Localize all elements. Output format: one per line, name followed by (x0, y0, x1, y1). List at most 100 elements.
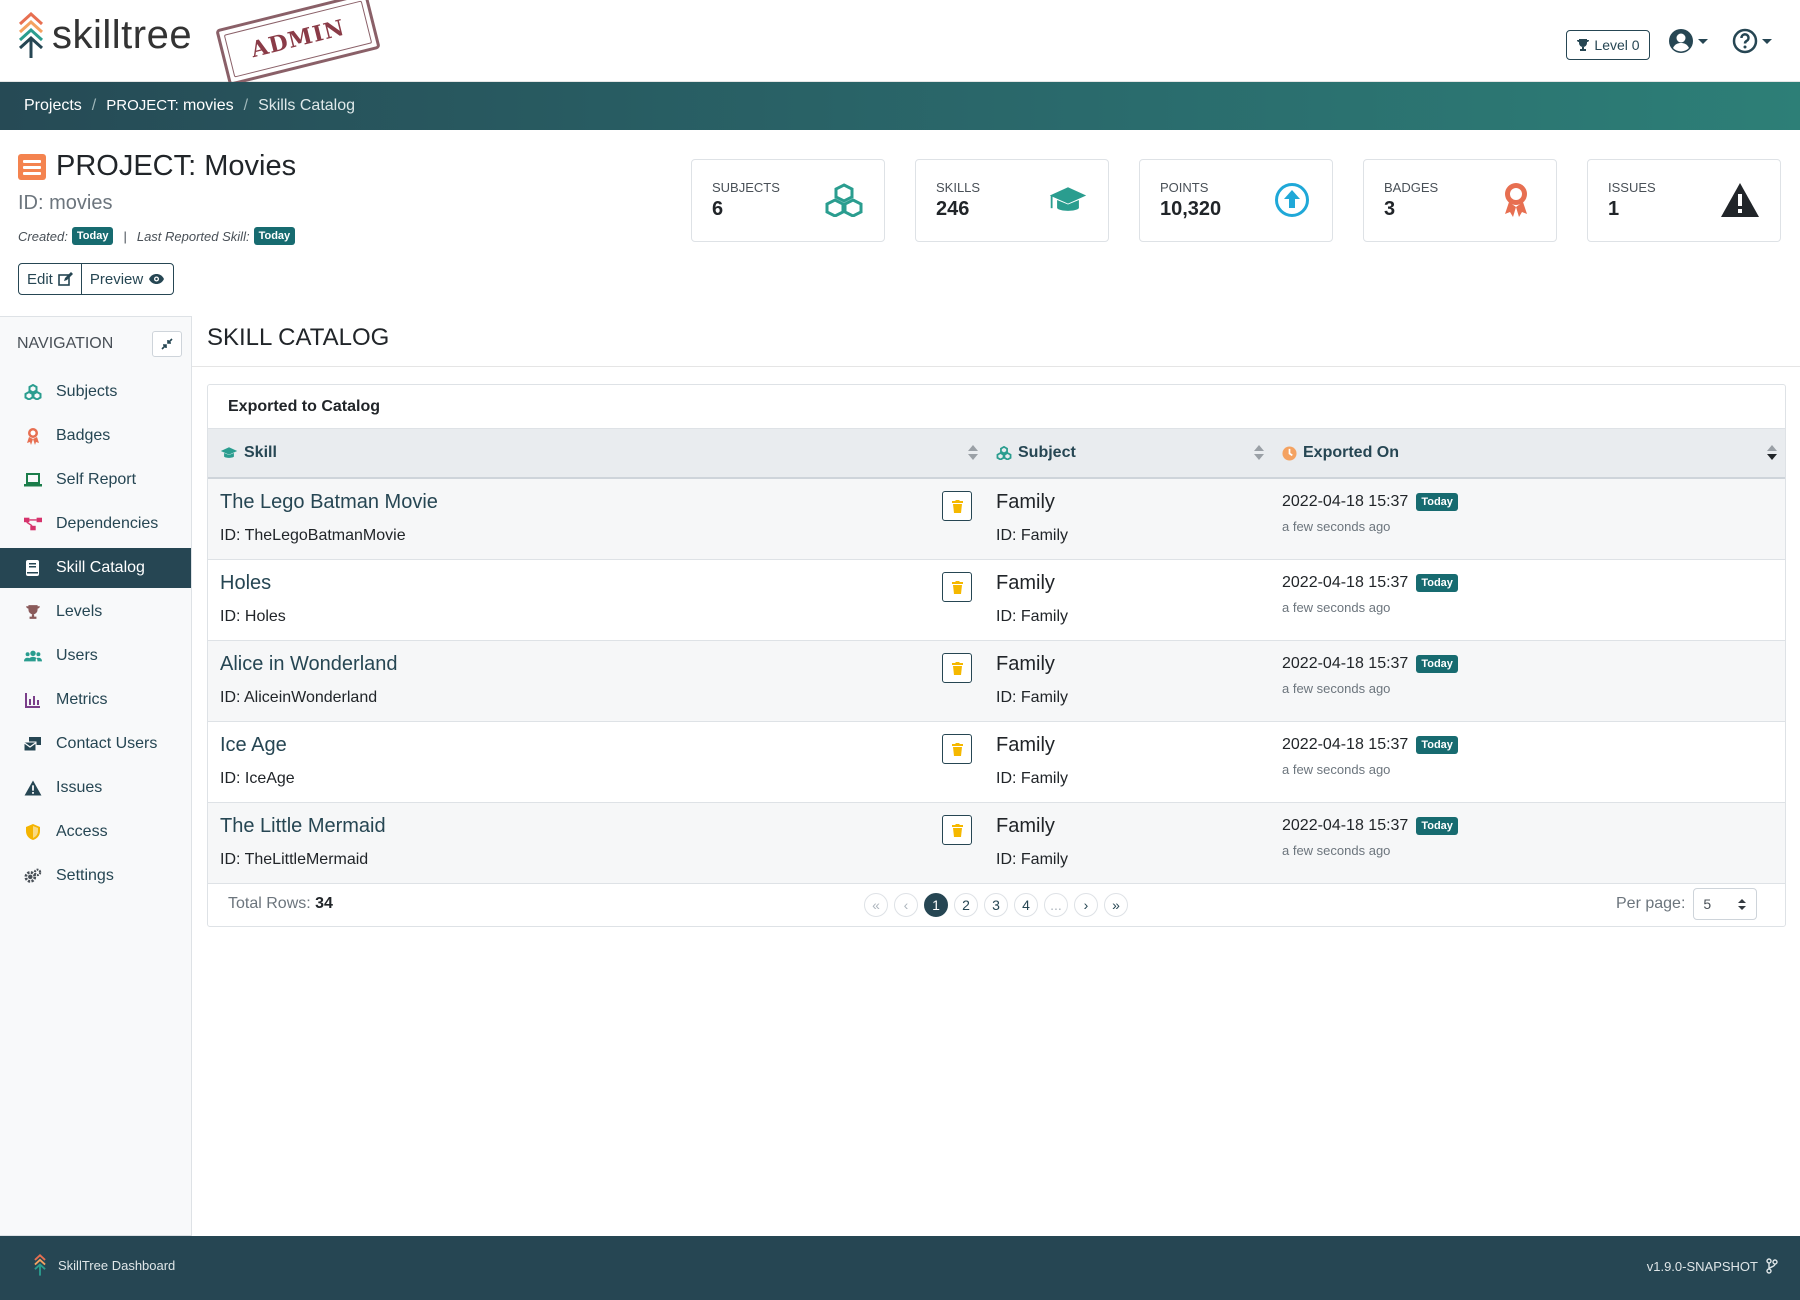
exported-timestamp: 2022-04-18 15:37 (1282, 655, 1409, 672)
subject-name: Family (996, 491, 1055, 513)
per-page-value: 5 (1703, 896, 1712, 912)
sidebar-item-self-report[interactable]: Self Report (0, 460, 191, 500)
remove-from-catalog-button[interactable] (942, 572, 972, 602)
last-reported-label: Last Reported Skill: (136, 228, 250, 244)
remove-from-catalog-button[interactable] (942, 815, 972, 845)
tree-logo-icon (34, 1254, 46, 1276)
next-page-button[interactable]: › (1074, 893, 1098, 917)
skill-id: ID: Holes (220, 608, 286, 625)
remove-from-catalog-button[interactable] (942, 653, 972, 683)
breadcrumb-project-name: movies (182, 97, 234, 114)
sidebar-item-issues[interactable]: Issues (0, 768, 191, 808)
last-reported-badge: Today (253, 227, 296, 245)
graduation-cap-icon (220, 447, 238, 458)
sidebar-item-label: Badges (56, 427, 111, 444)
stat-card-issues: Issues 1 (1587, 159, 1781, 242)
today-badge: Today (1416, 736, 1458, 754)
column-header-subject[interactable]: Subject (996, 429, 1076, 477)
today-badge: Today (1416, 574, 1458, 592)
cogs-icon (24, 867, 42, 885)
help-menu-button[interactable] (1732, 28, 1772, 54)
user-menu-button[interactable] (1668, 28, 1708, 54)
skill-name-link[interactable]: The Little Mermaid (220, 815, 386, 838)
project-actions: Edit Preview (18, 263, 175, 295)
footer-version: v1.9.0-SNAPSHOT (1647, 1258, 1778, 1274)
remove-from-catalog-button[interactable] (942, 734, 972, 764)
level-button[interactable]: Level 0 (1566, 30, 1650, 60)
code-branch-icon[interactable] (1766, 1258, 1778, 1274)
sidebar-item-badges[interactable]: Badges (0, 416, 191, 456)
sidebar-item-label: Levels (56, 603, 103, 620)
pagination: « ‹ 1 2 3 4 ... › » (864, 893, 1128, 917)
stat-label: Skills (936, 180, 981, 195)
breadcrumb: Projects / PROJECT: movies / Skills Cata… (0, 82, 1800, 130)
total-rows-value: 34 (315, 895, 333, 912)
footer-brand: SkillTree Dashboard (34, 1254, 175, 1276)
subject-name: Family (996, 815, 1055, 837)
skill-name-link[interactable]: The Lego Batman Movie (220, 491, 438, 514)
breadcrumb-project[interactable]: PROJECT: movies (106, 97, 233, 115)
trash-icon (951, 580, 963, 594)
first-page-button[interactable]: « (864, 893, 888, 917)
skill-name-link[interactable]: Alice in Wonderland (220, 653, 398, 676)
project-diagram-icon (24, 515, 42, 533)
column-header-exported-on[interactable]: Exported On (1282, 429, 1399, 477)
table-row: The Little Mermaid ID: TheLittleMermaid … (208, 803, 1785, 884)
skilltree-logo[interactable]: skilltree (18, 12, 192, 58)
table-footer: Total Rows: 34 « ‹ 1 2 3 4 ... › » Per p… (208, 884, 1785, 926)
sidebar-item-contact-users[interactable]: Contact Users (0, 724, 191, 764)
logo-text: skilltree (52, 12, 193, 57)
column-header-skill[interactable]: Skill (220, 429, 277, 477)
last-page-button[interactable]: » (1104, 893, 1128, 917)
preview-button[interactable]: Preview (80, 264, 173, 294)
collapse-nav-button[interactable] (152, 331, 182, 357)
sort-icon[interactable] (968, 445, 978, 461)
stat-card-badges: Badges 3 (1363, 159, 1557, 242)
version-label: v1.9.0-SNAPSHOT (1646, 1258, 1758, 1274)
exported-date: 2022-04-18 15:37 Today (1282, 574, 1458, 592)
sort-desc-icon[interactable] (1767, 445, 1777, 461)
remove-from-catalog-button[interactable] (942, 491, 972, 521)
page-2-button[interactable]: 2 (954, 893, 978, 917)
per-page-control: Per page: 5 (1616, 888, 1758, 920)
sidebar-item-settings[interactable]: Settings (0, 856, 191, 896)
trash-icon (951, 742, 963, 756)
page-4-button[interactable]: 4 (1014, 893, 1038, 917)
page-3-button[interactable]: 3 (984, 893, 1008, 917)
today-badge: Today (1416, 655, 1458, 673)
divider (192, 366, 1800, 367)
sidebar-item-users[interactable]: Users (0, 636, 191, 676)
total-rows-label: Total Rows: (228, 895, 311, 912)
table-row: Ice Age ID: IceAge Family ID: Family 202… (208, 722, 1785, 803)
page-1-button[interactable]: 1 (924, 893, 948, 917)
exported-relative: a few seconds ago (1282, 843, 1391, 858)
sidebar-item-access[interactable]: Access (0, 812, 191, 852)
sidebar-item-dependencies[interactable]: Dependencies (0, 504, 191, 544)
edit-button[interactable]: Edit (19, 264, 81, 294)
sidebar-item-metrics[interactable]: Metrics (0, 680, 191, 720)
sidebar-item-skill-catalog[interactable]: Skill Catalog (0, 548, 191, 588)
top-header: skilltree ADMIN Level 0 (0, 0, 1800, 87)
breadcrumb-projects[interactable]: Projects (24, 97, 82, 115)
trophy-icon (1577, 39, 1590, 51)
subject-id: ID: Family (996, 608, 1068, 625)
stat-label: Issues (1608, 180, 1656, 195)
stat-card-skills: Skills 246 (915, 159, 1109, 242)
stat-value: 10,320 (1160, 198, 1222, 220)
table-row: Holes ID: Holes Family ID: Family 2022-0… (208, 560, 1785, 641)
sidebar-item-levels[interactable]: Levels (0, 592, 191, 632)
per-page-select[interactable]: 5 (1693, 888, 1758, 920)
sidebar-item-subjects[interactable]: Subjects (0, 372, 191, 412)
prev-page-button[interactable]: ‹ (894, 893, 918, 917)
column-header-label: Skill (244, 444, 277, 461)
sidebar-item-label: Access (56, 823, 108, 840)
table-row: The Lego Batman Movie ID: TheLegoBatmanM… (208, 479, 1785, 560)
today-badge: Today (1416, 493, 1458, 511)
project-title: PROJECT: Movies (18, 150, 296, 183)
clock-icon (1282, 445, 1297, 461)
skill-name-link[interactable]: Ice Age (220, 734, 287, 757)
sidebar-item-label: Skill Catalog (56, 559, 145, 576)
column-header-label: Subject (1018, 444, 1076, 461)
sort-icon[interactable] (1254, 445, 1264, 461)
skill-name-link[interactable]: Holes (220, 572, 271, 595)
